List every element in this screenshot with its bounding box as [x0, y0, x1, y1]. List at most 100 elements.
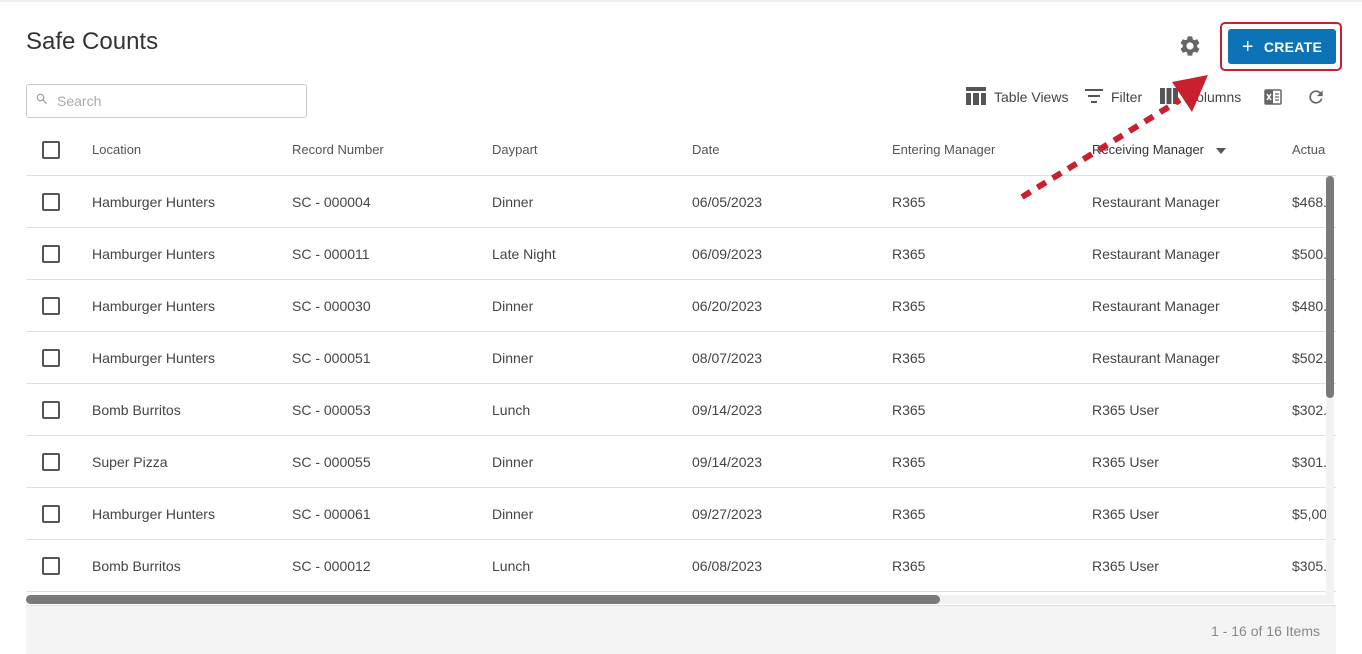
- cell-date: 09/14/2023: [692, 454, 763, 470]
- cell-entering-manager: R365: [892, 298, 926, 314]
- cell-daypart: Lunch: [492, 402, 531, 418]
- cell-entering-manager: R365: [892, 558, 926, 574]
- cell-date: 06/09/2023: [692, 246, 763, 262]
- cell-record-number: SC - 000004: [292, 194, 371, 210]
- cell-actual: $302.: [1292, 402, 1328, 418]
- cell-receiving-manager: Restaurant Manager: [1092, 298, 1220, 314]
- columns-icon: [1160, 87, 1186, 107]
- cell-entering-manager: R365: [892, 350, 926, 366]
- cell-entering-manager: R365: [892, 402, 926, 418]
- cell-receiving-manager: Restaurant Manager: [1092, 246, 1220, 262]
- search-box[interactable]: [26, 84, 307, 118]
- column-header-daypart[interactable]: Daypart: [492, 124, 538, 176]
- table-row[interactable]: Hamburger Hunters SC - 000030 Dinner 06/…: [26, 280, 1336, 332]
- cell-entering-manager: R365: [892, 506, 926, 522]
- cell-daypart: Dinner: [492, 350, 534, 366]
- top-border: [0, 0, 1362, 2]
- cell-actual: $468.: [1292, 194, 1328, 210]
- table-row[interactable]: Hamburger Hunters SC - 000061 Dinner 09/…: [26, 488, 1336, 540]
- row-checkbox[interactable]: [42, 453, 60, 471]
- filter-icon: [1085, 88, 1111, 106]
- cell-date: 06/08/2023: [692, 558, 763, 574]
- row-checkbox[interactable]: [42, 349, 60, 367]
- table-views-label: Table Views: [994, 89, 1069, 105]
- plus-icon: +: [1241, 35, 1254, 58]
- safe-counts-table: Location Record Number Daypart Date Ente…: [26, 124, 1336, 604]
- cell-record-number: SC - 000053: [292, 402, 371, 418]
- cell-record-number: SC - 000011: [292, 246, 370, 262]
- horizontal-scrollbar-thumb[interactable]: [26, 595, 940, 604]
- cell-entering-manager: R365: [892, 194, 926, 210]
- cell-receiving-manager: R365 User: [1092, 558, 1159, 574]
- cell-date: 06/20/2023: [692, 298, 763, 314]
- cell-record-number: SC - 000051: [292, 350, 371, 366]
- cell-date: 09/27/2023: [692, 506, 763, 522]
- cell-location: Hamburger Hunters: [92, 298, 215, 314]
- cell-actual: $502.: [1292, 350, 1328, 366]
- cell-receiving-manager: Restaurant Manager: [1092, 350, 1220, 366]
- table-row[interactable]: Bomb Burritos SC - 000053 Lunch 09/14/20…: [26, 384, 1336, 436]
- pagination-summary: 1 - 16 of 16 Items: [1211, 623, 1320, 639]
- cell-actual: $301.: [1292, 454, 1328, 470]
- refresh-icon[interactable]: [1306, 86, 1334, 108]
- cell-daypart: Lunch: [492, 558, 531, 574]
- cell-record-number: SC - 000030: [292, 298, 371, 314]
- settings-gear-icon[interactable]: [1178, 34, 1202, 58]
- cell-date: 08/07/2023: [692, 350, 763, 366]
- table-row[interactable]: Hamburger Hunters SC - 000004 Dinner 06/…: [26, 176, 1336, 228]
- table-row[interactable]: Bomb Burritos SC - 000012 Lunch 06/08/20…: [26, 540, 1336, 592]
- cell-location: Bomb Burritos: [92, 558, 181, 574]
- cell-daypart: Late Night: [492, 246, 556, 262]
- cell-receiving-manager: R365 User: [1092, 402, 1159, 418]
- search-input[interactable]: [57, 93, 297, 109]
- search-icon: [35, 92, 49, 111]
- row-checkbox[interactable]: [42, 297, 60, 315]
- excel-export-icon[interactable]: [1264, 86, 1290, 108]
- row-checkbox[interactable]: [42, 505, 60, 523]
- cell-receiving-manager: Restaurant Manager: [1092, 194, 1220, 210]
- cell-actual: $480.: [1292, 298, 1328, 314]
- table-row[interactable]: Hamburger Hunters SC - 000051 Dinner 08/…: [26, 332, 1336, 384]
- column-header-receiving-manager[interactable]: Receiving Manager: [1092, 124, 1226, 176]
- cell-location: Super Pizza: [92, 454, 168, 470]
- cell-entering-manager: R365: [892, 246, 926, 262]
- cell-actual: $305.: [1292, 558, 1328, 574]
- filter-label: Filter: [1111, 89, 1143, 105]
- cell-receiving-manager: R365 User: [1092, 454, 1159, 470]
- cell-daypart: Dinner: [492, 506, 534, 522]
- table-row[interactable]: Super Pizza SC - 000055 Dinner 09/14/202…: [26, 436, 1336, 488]
- table-row[interactable]: Hamburger Hunters SC - 000011 Late Night…: [26, 228, 1336, 280]
- table-header: Location Record Number Daypart Date Ente…: [26, 124, 1336, 176]
- cell-location: Hamburger Hunters: [92, 194, 215, 210]
- column-header-date[interactable]: Date: [692, 124, 719, 176]
- create-button[interactable]: + CREATE: [1228, 29, 1336, 64]
- table-views-icon: [966, 86, 994, 108]
- column-header-entering-manager[interactable]: Entering Manager: [892, 124, 995, 176]
- column-header-location[interactable]: Location: [92, 124, 141, 176]
- cell-daypart: Dinner: [492, 298, 534, 314]
- filter-button[interactable]: Filter: [1085, 86, 1142, 108]
- table-footer: 1 - 16 of 16 Items: [26, 605, 1336, 654]
- column-header-actual[interactable]: Actua: [1292, 124, 1325, 176]
- table-views-button[interactable]: Table Views: [966, 86, 1068, 108]
- cell-location: Bomb Burritos: [92, 402, 181, 418]
- cell-date: 06/05/2023: [692, 194, 763, 210]
- column-header-record-number[interactable]: Record Number: [292, 124, 384, 176]
- cell-entering-manager: R365: [892, 454, 926, 470]
- vertical-scrollbar-thumb[interactable]: [1326, 176, 1334, 398]
- cell-date: 09/14/2023: [692, 402, 763, 418]
- cell-daypart: Dinner: [492, 454, 534, 470]
- row-checkbox[interactable]: [42, 193, 60, 211]
- row-checkbox[interactable]: [42, 557, 60, 575]
- cell-record-number: SC - 000012: [292, 558, 371, 574]
- cell-location: Hamburger Hunters: [92, 350, 215, 366]
- row-checkbox[interactable]: [42, 245, 60, 263]
- page-title: Safe Counts: [26, 28, 159, 55]
- row-checkbox[interactable]: [42, 401, 60, 419]
- columns-button[interactable]: Columns: [1160, 86, 1241, 108]
- cell-receiving-manager: R365 User: [1092, 506, 1159, 522]
- select-all-checkbox[interactable]: [42, 141, 60, 159]
- cell-actual: $500.: [1292, 246, 1328, 262]
- create-button-label: CREATE: [1263, 38, 1323, 55]
- sort-descending-icon: [1215, 147, 1226, 154]
